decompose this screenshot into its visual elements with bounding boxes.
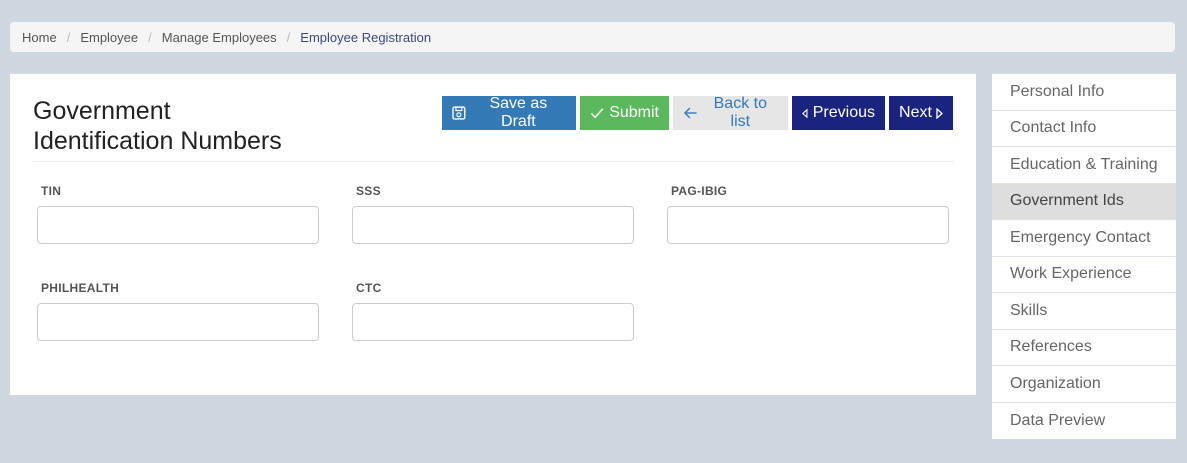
page-title-line2: Identification Numbers bbox=[33, 127, 282, 155]
arrow-left-icon bbox=[683, 107, 697, 119]
philhealth-field-group: PHILHEALTH bbox=[37, 281, 319, 341]
previous-label: Previous bbox=[812, 104, 875, 121]
check-icon bbox=[590, 108, 604, 119]
pagibig-input[interactable] bbox=[667, 206, 949, 244]
pagibig-label: PAG-IBIG bbox=[671, 184, 728, 198]
breadcrumb: Home / Employee / Manage Employees / Emp… bbox=[10, 22, 1175, 52]
caret-left-icon bbox=[802, 108, 808, 118]
ctc-field-group: CTC bbox=[352, 281, 634, 341]
page-title-line1: Government bbox=[33, 97, 171, 125]
main-panel: Government Identification Numbers Save a… bbox=[10, 74, 976, 395]
header-divider bbox=[33, 161, 954, 162]
philhealth-label: PHILHEALTH bbox=[41, 281, 120, 295]
nav-item-label: Government Ids bbox=[1010, 192, 1124, 210]
nav-item-label: Contact Info bbox=[1010, 119, 1097, 137]
breadcrumb-home[interactable]: Home bbox=[22, 30, 57, 45]
save-draft-label: Save as Draft bbox=[489, 95, 548, 130]
next-button[interactable]: Next bbox=[889, 96, 953, 130]
floppy-icon bbox=[452, 106, 466, 120]
philhealth-input[interactable] bbox=[37, 303, 319, 341]
sss-input[interactable] bbox=[352, 206, 634, 244]
breadcrumb-employee[interactable]: Employee bbox=[80, 30, 138, 45]
submit-button[interactable]: Submit bbox=[580, 96, 669, 130]
pagibig-field-group: PAG-IBIG bbox=[667, 184, 949, 244]
nav-item-education-training[interactable]: Education & Training bbox=[992, 147, 1176, 184]
breadcrumb-manage-employees[interactable]: Manage Employees bbox=[162, 30, 277, 45]
nav-item-data-preview[interactable]: Data Preview bbox=[992, 402, 1176, 439]
tin-field-group: TIN bbox=[37, 184, 319, 244]
nav-item-government-ids[interactable]: Government Ids bbox=[992, 183, 1176, 220]
toolbar: Save as Draft Submit Back to list Previo… bbox=[442, 95, 953, 130]
sss-label: SSS bbox=[356, 184, 381, 198]
nav-item-label: Skills bbox=[1010, 301, 1048, 319]
nav-item-label: Work Experience bbox=[1010, 265, 1132, 283]
ctc-input[interactable] bbox=[352, 303, 634, 341]
breadcrumb-separator: / bbox=[286, 29, 291, 45]
breadcrumb-separator: / bbox=[66, 29, 71, 45]
sss-field-group: SSS bbox=[352, 184, 634, 244]
nav-item-contact-info[interactable]: Contact Info bbox=[992, 110, 1176, 147]
nav-item-organization[interactable]: Organization bbox=[992, 366, 1176, 403]
section-nav: Personal Info Contact Info Education & T… bbox=[992, 74, 1176, 439]
back-to-list-button[interactable]: Back to list bbox=[673, 95, 788, 130]
nav-item-references[interactable]: References bbox=[992, 329, 1176, 366]
submit-label: Submit bbox=[609, 104, 659, 121]
tin-input[interactable] bbox=[37, 206, 319, 244]
nav-item-emergency-contact[interactable]: Emergency Contact bbox=[992, 220, 1176, 257]
nav-item-label: Education & Training bbox=[1010, 155, 1158, 173]
ctc-label: CTC bbox=[356, 281, 382, 295]
nav-item-skills[interactable]: Skills bbox=[992, 293, 1176, 330]
next-label: Next bbox=[899, 104, 932, 121]
nav-item-label: Data Preview bbox=[1010, 411, 1106, 429]
caret-right-icon bbox=[936, 107, 943, 119]
previous-button[interactable]: Previous bbox=[792, 96, 885, 130]
breadcrumb-current: Employee Registration bbox=[300, 29, 432, 45]
save-draft-button[interactable]: Save as Draft bbox=[442, 95, 576, 130]
nav-item-label: Organization bbox=[1010, 374, 1101, 392]
nav-item-work-experience[interactable]: Work Experience bbox=[992, 256, 1176, 293]
breadcrumb-separator: / bbox=[148, 29, 152, 45]
nav-item-personal-info[interactable]: Personal Info bbox=[992, 74, 1176, 111]
nav-item-label: References bbox=[1010, 338, 1092, 356]
page-title: Government Identification Numbers bbox=[33, 96, 333, 156]
nav-item-label: Emergency Contact bbox=[1010, 228, 1151, 246]
tin-label: TIN bbox=[41, 184, 62, 198]
back-to-list-label: Back to list bbox=[713, 95, 767, 130]
nav-item-label: Personal Info bbox=[1010, 82, 1105, 100]
